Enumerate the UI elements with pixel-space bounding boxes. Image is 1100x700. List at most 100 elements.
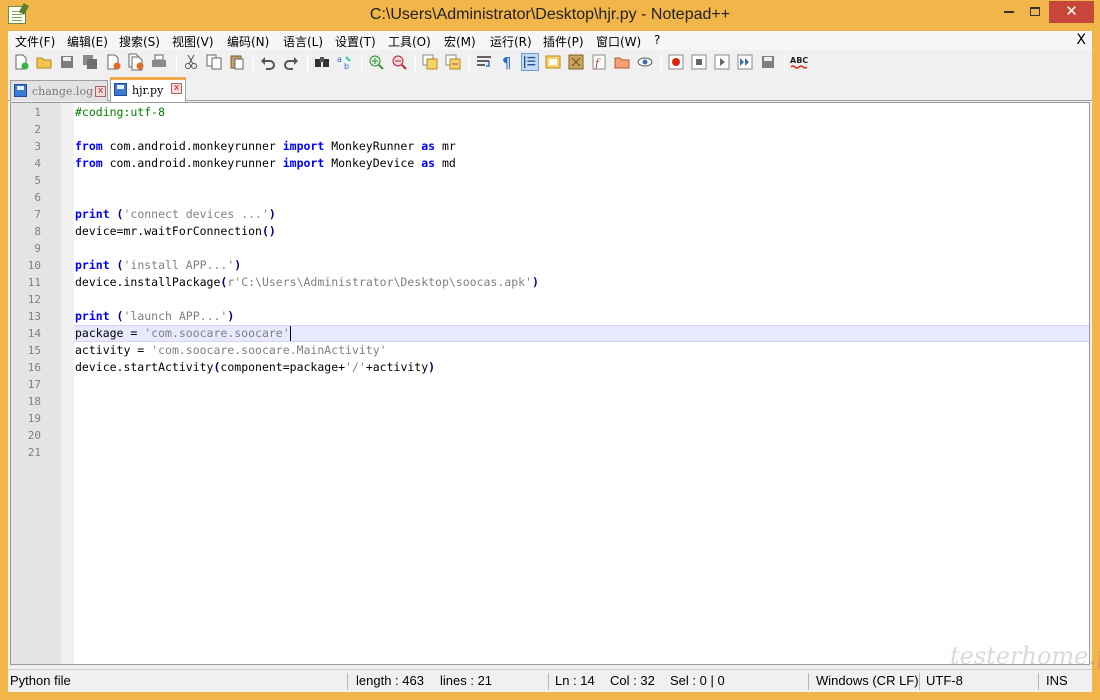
status-length: length : 463 bbox=[356, 673, 424, 688]
word-wrap-icon[interactable] bbox=[475, 53, 493, 71]
print-icon[interactable] bbox=[150, 53, 168, 71]
maximize-icon bbox=[1030, 6, 1040, 16]
minimize-button[interactable] bbox=[996, 1, 1022, 23]
title-bar: C:\Users\Administrator\Desktop\hjr.py - … bbox=[0, 0, 1100, 31]
code-token: ) bbox=[531, 275, 539, 289]
code-line[interactable]: from com.android.monkeyrunner import Mon… bbox=[75, 138, 456, 155]
play-macro-icon[interactable] bbox=[713, 53, 731, 71]
line-number: 9 bbox=[34, 242, 41, 255]
close-icon[interactable] bbox=[104, 53, 122, 71]
saved-file-icon bbox=[114, 83, 127, 96]
function-list-icon[interactable]: f bbox=[590, 53, 608, 71]
menu-edit[interactable]: 编辑(E) bbox=[67, 33, 108, 50]
status-column: Col : 32 bbox=[610, 673, 655, 688]
copy-icon[interactable] bbox=[205, 53, 223, 71]
tab-hjr-py[interactable]: hjr.py x bbox=[110, 77, 186, 102]
sync-vertical-icon[interactable] bbox=[421, 53, 439, 71]
show-all-chars-icon[interactable]: ¶ bbox=[498, 53, 516, 71]
tab-change-log[interactable]: change.log x bbox=[10, 80, 108, 101]
new-file-icon[interactable] bbox=[12, 53, 30, 71]
menu-view[interactable]: 视图(V) bbox=[172, 33, 214, 50]
zoom-in-icon[interactable] bbox=[367, 53, 385, 71]
menu-help[interactable]: ? bbox=[654, 33, 660, 47]
save-icon[interactable] bbox=[58, 53, 76, 71]
window-close-button[interactable]: ✕ bbox=[1049, 1, 1094, 23]
replace-icon[interactable]: ab bbox=[336, 53, 354, 71]
menu-tools[interactable]: 工具(O) bbox=[388, 33, 431, 50]
code-line[interactable]: device=mr.waitForConnection() bbox=[75, 223, 276, 240]
fold-margin[interactable] bbox=[61, 103, 74, 664]
line-number: 19 bbox=[27, 412, 41, 425]
code-line[interactable]: package = 'com.soocare.soocare' bbox=[75, 325, 291, 342]
status-line-number: Ln : 14 bbox=[555, 673, 595, 688]
code-token: +activity bbox=[365, 360, 429, 374]
close-all-icon[interactable] bbox=[127, 53, 145, 71]
cut-icon[interactable] bbox=[182, 53, 200, 71]
document-map-icon[interactable] bbox=[567, 53, 585, 71]
tab-close-icon[interactable]: x bbox=[171, 83, 182, 94]
code-token: com.android.monkeyrunner bbox=[102, 156, 283, 170]
folder-workspace-icon[interactable] bbox=[613, 53, 631, 71]
zoom-out-icon[interactable] bbox=[390, 53, 408, 71]
code-token: mr bbox=[435, 139, 456, 153]
record-macro-icon[interactable] bbox=[667, 53, 685, 71]
close-document-button[interactable]: X bbox=[1076, 32, 1086, 48]
code-token: device.startActivity bbox=[75, 360, 214, 374]
menu-window[interactable]: 窗口(W) bbox=[596, 33, 641, 50]
paste-icon[interactable] bbox=[228, 53, 246, 71]
svg-text:ABC: ABC bbox=[790, 56, 808, 65]
status-eol-format[interactable]: Windows (CR LF) bbox=[816, 673, 919, 691]
find-icon[interactable] bbox=[313, 53, 331, 71]
indent-guide-icon[interactable] bbox=[521, 53, 539, 71]
line-number: 21 bbox=[27, 446, 41, 459]
code-editor[interactable]: 1 #coding:utf-8 2 3 from com.android.monkeyr… bbox=[10, 102, 1090, 665]
line-number: 13 bbox=[27, 310, 41, 323]
code-token: as bbox=[421, 156, 436, 170]
menu-encoding[interactable]: 编码(N) bbox=[227, 33, 269, 50]
code-line[interactable]: print ('install APP...') bbox=[75, 257, 241, 274]
line-number: 18 bbox=[27, 395, 41, 408]
spell-check-icon[interactable]: ABC bbox=[790, 53, 808, 71]
status-encoding[interactable]: UTF-8 bbox=[926, 673, 963, 691]
code-line[interactable]: activity = 'com.soocare.soocare.MainActi… bbox=[75, 342, 387, 359]
undo-icon[interactable] bbox=[259, 53, 277, 71]
open-file-icon[interactable] bbox=[35, 53, 53, 71]
code-token: 'com.soocare.soocare' bbox=[144, 326, 290, 340]
menu-run[interactable]: 运行(R) bbox=[490, 33, 532, 50]
line-number: 4 bbox=[34, 157, 41, 170]
code-line[interactable]: device.startActivity(component=package+'… bbox=[75, 359, 435, 376]
menu-language[interactable]: 语言(L) bbox=[283, 33, 323, 50]
menu-macro[interactable]: 宏(M) bbox=[444, 33, 476, 50]
status-selection: Sel : 0 | 0 bbox=[670, 673, 725, 688]
code-token: 'launch APP...' bbox=[123, 309, 228, 323]
maximize-button[interactable] bbox=[1022, 1, 1048, 23]
code-line[interactable]: device.installPackage(r'C:\Users\Adminis… bbox=[75, 274, 539, 291]
line-number: 14 bbox=[27, 327, 41, 340]
status-insert-mode[interactable]: INS bbox=[1046, 673, 1068, 691]
save-macro-icon[interactable] bbox=[759, 53, 777, 71]
code-token: ( bbox=[109, 258, 124, 272]
menu-file[interactable]: 文件(F) bbox=[15, 33, 55, 50]
monitoring-icon[interactable] bbox=[636, 53, 654, 71]
code-line[interactable]: print ('launch APP...') bbox=[75, 308, 234, 325]
user-defined-language-icon[interactable] bbox=[544, 53, 562, 71]
line-number: 16 bbox=[27, 361, 41, 374]
code-line[interactable]: print ('connect devices ...') bbox=[75, 206, 276, 223]
stop-macro-icon[interactable] bbox=[690, 53, 708, 71]
svg-text:a: a bbox=[337, 55, 342, 64]
save-all-icon[interactable] bbox=[81, 53, 99, 71]
run-macro-multiple-icon[interactable] bbox=[736, 53, 754, 71]
code-token: import bbox=[282, 139, 325, 153]
code-line[interactable]: from com.android.monkeyrunner import Mon… bbox=[75, 155, 456, 172]
code-token: component=package+ bbox=[220, 360, 346, 374]
code-line[interactable]: #coding:utf-8 bbox=[75, 104, 165, 121]
menu-plugins[interactable]: 插件(P) bbox=[543, 33, 584, 50]
menu-search[interactable]: 搜索(S) bbox=[119, 33, 160, 50]
tab-close-icon[interactable]: x bbox=[95, 86, 106, 97]
toolbar: ab ¶ f ABC bbox=[8, 50, 1092, 76]
code-token: activity = bbox=[75, 343, 152, 357]
menu-bar: 文件(F) 编辑(E) 搜索(S) 视图(V) 编码(N) 语言(L) 设置(T… bbox=[8, 31, 1092, 50]
menu-settings[interactable]: 设置(T) bbox=[335, 33, 376, 50]
sync-horizontal-icon[interactable] bbox=[444, 53, 462, 71]
redo-icon[interactable] bbox=[282, 53, 300, 71]
